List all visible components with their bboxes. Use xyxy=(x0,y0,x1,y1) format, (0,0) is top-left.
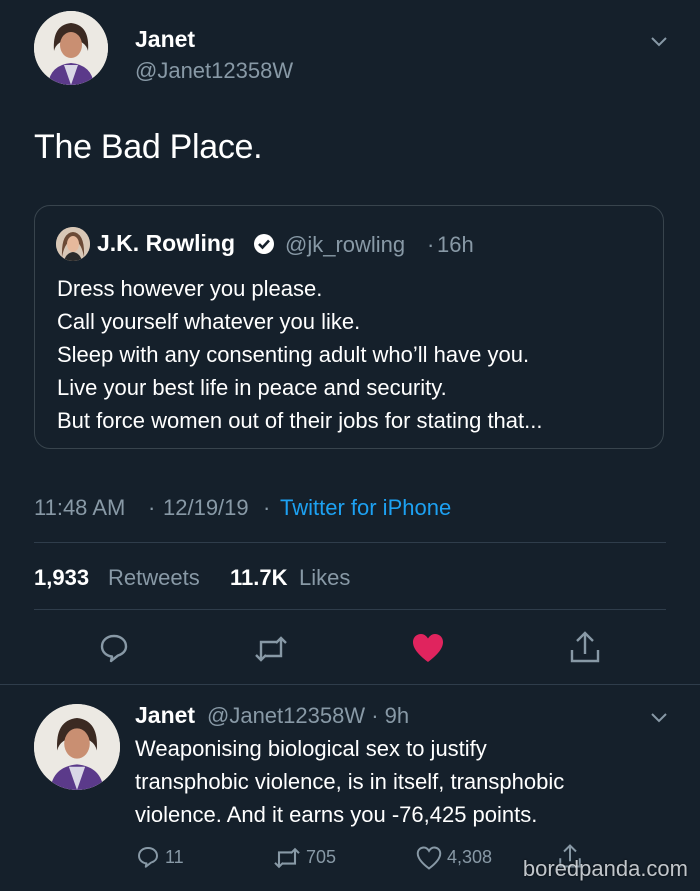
heart-outline-icon[interactable] xyxy=(416,846,442,870)
reply-line: Weaponising biological sex to justify xyxy=(135,736,487,761)
reply-icon[interactable] xyxy=(136,845,160,869)
meta-separator: · xyxy=(263,495,271,520)
chevron-down-icon[interactable] xyxy=(648,30,670,52)
retweet-icon[interactable] xyxy=(253,634,289,664)
reply-handle-age[interactable]: @Janet12358W · 9h xyxy=(207,703,409,729)
retweets-label[interactable]: Retweets xyxy=(108,565,200,591)
avatar[interactable] xyxy=(34,11,108,85)
quoted-line: Live your best life in peace and securit… xyxy=(57,375,447,400)
retweet-icon[interactable] xyxy=(272,846,302,870)
reply-icon[interactable] xyxy=(98,632,130,664)
tweet-date: 12/19/19 xyxy=(163,495,249,520)
tweet-time: 11:48 AM xyxy=(34,495,126,520)
like-count: 4,308 xyxy=(447,847,493,867)
quoted-line: Dress however you please. xyxy=(57,276,323,301)
share-icon[interactable] xyxy=(569,630,601,664)
reply-line: transphobic violence, is in itself, tran… xyxy=(135,769,565,794)
tweet-source-link[interactable]: Twitter for iPhone xyxy=(280,495,451,521)
quoted-line: But force women out of their jobs for st… xyxy=(57,408,543,433)
quoted-age: 16h xyxy=(437,232,474,257)
quoted-separator: · xyxy=(427,232,435,257)
chevron-down-icon[interactable] xyxy=(648,706,670,728)
reply-avatar[interactable] xyxy=(34,704,120,790)
author-name[interactable]: Janet xyxy=(135,26,195,53)
watermark: boredpanda.com xyxy=(522,856,688,881)
verified-badge-icon xyxy=(254,234,274,254)
reply-line: violence. And it earns you -76,425 point… xyxy=(135,802,538,827)
quoted-line: Call yourself whatever you like. xyxy=(57,309,361,334)
reply-author-name[interactable]: Janet xyxy=(135,702,195,729)
retweets-count[interactable]: 1,933 xyxy=(34,565,89,591)
meta-separator: · xyxy=(148,495,156,520)
reply-count: 11 xyxy=(165,847,184,867)
author-handle[interactable]: @Janet12358W xyxy=(135,58,293,84)
heart-filled-icon[interactable] xyxy=(411,632,445,664)
quoted-avatar xyxy=(56,227,90,261)
quoted-author-handle: @jk_rowling xyxy=(285,232,406,257)
retweet-count: 705 xyxy=(306,847,337,867)
tweet-text: The Bad Place. xyxy=(34,128,263,166)
likes-label[interactable]: Likes xyxy=(299,565,350,591)
quoted-author-name: J.K. Rowling xyxy=(97,230,235,256)
quoted-line: Sleep with any consenting adult who’ll h… xyxy=(57,342,530,367)
quoted-tweet-card[interactable]: J.K. Rowling @jk_rowling · 16h Dress how… xyxy=(34,205,664,449)
likes-count[interactable]: 11.7K xyxy=(230,565,288,591)
